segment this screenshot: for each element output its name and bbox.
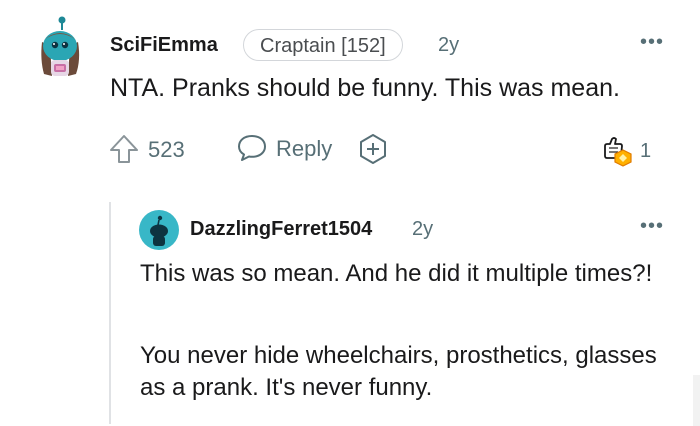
default-snoo-avatar-icon — [139, 210, 179, 250]
username[interactable]: SciFiEmma — [110, 34, 218, 57]
timestamp: 2y — [438, 34, 460, 56]
reply-body-paragraph: You never hide wheelchairs, prosthetics,… — [140, 342, 657, 401]
give-award-button[interactable] — [357, 133, 389, 165]
upvote-arrow-icon — [110, 135, 138, 163]
thread-line[interactable] — [109, 202, 111, 424]
vote-count: 523 — [148, 137, 185, 162]
award-badge[interactable] — [601, 136, 635, 168]
user-flair: Craptain [152] — [243, 29, 403, 61]
reply-button[interactable]: Reply — [276, 136, 332, 162]
more-options-button[interactable]: ••• — [640, 31, 664, 54]
upvote-button[interactable] — [108, 133, 140, 165]
reply-avatar[interactable] — [139, 210, 179, 250]
snoo-avatar-icon — [41, 16, 80, 76]
reply-icon-button[interactable] — [236, 133, 268, 163]
comment-body: NTA. Pranks should be funny. This was me… — [110, 74, 620, 102]
reply-timestamp: 2y — [412, 218, 434, 240]
award-badge-icon — [604, 137, 632, 167]
reply-username[interactable]: DazzlingFerret1504 — [190, 218, 372, 241]
avatar[interactable] — [38, 16, 82, 80]
reply-body-paragraph: This was so mean. And he did it multiple… — [140, 260, 653, 287]
award-count: 1 — [640, 140, 652, 162]
speech-bubble-icon — [238, 135, 266, 161]
reply-more-options-button[interactable]: ••• — [640, 215, 664, 238]
scrollbar-track[interactable] — [693, 375, 700, 426]
add-award-icon — [360, 134, 386, 164]
